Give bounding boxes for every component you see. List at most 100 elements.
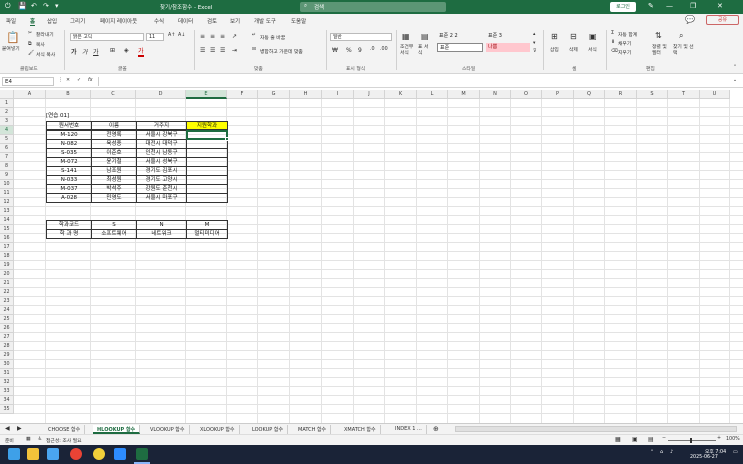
clear-icon[interactable]: ⌫ [611, 49, 618, 54]
paste-button[interactable]: 붙여넣기 [2, 45, 20, 52]
fill-handle[interactable] [225, 137, 229, 141]
find-select-button[interactable]: 찾기 및 선택 [673, 45, 695, 57]
column-header[interactable]: G [258, 90, 290, 99]
row-header[interactable]: 5 [0, 135, 14, 144]
sheet-tab-vlookup[interactable]: VLOOKUP 함수 [146, 425, 190, 434]
zoom-level[interactable]: 100% [726, 437, 740, 442]
taskbar-time[interactable]: 오후 7:04 [705, 448, 726, 455]
kakaotalk-icon[interactable] [93, 448, 105, 460]
table1-header[interactable]: 원서번호 [46, 121, 92, 130]
chrome-icon[interactable] [70, 448, 82, 460]
table2-cell[interactable]: 멀티미디어 [186, 229, 228, 239]
table2-cell[interactable]: 네트워크 [136, 229, 187, 239]
cancel-icon[interactable]: ✕ [66, 78, 70, 83]
file-explorer-icon[interactable] [27, 448, 39, 460]
autosave-toggle[interactable]: ⏻ [5, 2, 11, 11]
column-header[interactable]: B [46, 90, 91, 99]
font-size-select[interactable]: 11 [146, 33, 164, 41]
row-header[interactable]: 31 [0, 369, 14, 378]
minimize-icon[interactable]: — [666, 2, 673, 11]
column-header[interactable]: J [354, 90, 385, 99]
undo-icon[interactable]: ↶ [31, 2, 37, 11]
decrease-decimal-icon[interactable]: .00 [380, 47, 388, 52]
wrap-text-icon[interactable]: ↵ [252, 33, 256, 38]
menu-page-layout[interactable]: 페이지 레이아웃 [100, 17, 137, 25]
menu-file[interactable]: 파일 [6, 17, 16, 25]
shrink-font-icon[interactable]: A↓ [178, 33, 185, 38]
page-layout-view-icon[interactable]: ▣ [632, 436, 638, 443]
column-header[interactable]: K [385, 90, 417, 99]
column-header[interactable]: O [511, 90, 542, 99]
autosum-icon[interactable]: Σ [611, 31, 614, 36]
conditional-format-button[interactable]: 조건부 서식 [400, 45, 416, 57]
column-header[interactable]: F [227, 90, 258, 99]
menu-review[interactable]: 검토 [207, 17, 217, 25]
accessibility-status[interactable]: 접근성: 조사 필요 [46, 437, 82, 444]
styles-more-icon[interactable]: ⊽ [533, 49, 537, 54]
column-header[interactable]: L [417, 90, 448, 99]
clear-button[interactable]: 지우기 [618, 49, 631, 56]
network-icon[interactable]: ⌂ [660, 450, 663, 455]
align-bottom-icon[interactable]: ≡ [220, 33, 225, 40]
row-header[interactable]: 8 [0, 162, 14, 171]
format-painter-icon[interactable]: 🖌 [28, 51, 34, 56]
delete-cells-icon[interactable]: ⊟ [570, 32, 577, 41]
format-cells-icon[interactable]: ▣ [589, 32, 597, 41]
prev-sheet-icon[interactable]: ◀ [5, 425, 10, 432]
search-box[interactable]: ⌕ 검색 [300, 2, 446, 12]
insert-cells-button[interactable]: 삽입 [550, 46, 559, 53]
photos-icon[interactable] [47, 448, 59, 460]
spreadsheet-grid[interactable]: ABCDEFGHIJKLMNOPQRSTU 1 2 3 4 5 6 7 8 9 10 11 12 13 1… [0, 90, 743, 423]
grow-font-icon[interactable]: A↑ [168, 33, 175, 38]
row-header[interactable]: 17 [0, 243, 14, 252]
table1-header[interactable]: 이름 [91, 121, 137, 130]
menu-developer[interactable]: 개발 도구 [254, 17, 276, 25]
sheet-tab-hlookup[interactable]: HLOOKUP 함수 [93, 425, 141, 434]
row-header[interactable]: 30 [0, 360, 14, 369]
normal-view-icon[interactable]: ▦ [615, 436, 621, 443]
menu-data[interactable]: 데이터 [178, 17, 193, 25]
format-painter-button[interactable]: 서식 복사 [36, 51, 55, 58]
row-header[interactable]: 1 [0, 99, 14, 108]
table-format-button[interactable]: 표 서식 [418, 45, 430, 57]
italic-button[interactable]: 가 [82, 47, 88, 56]
font-name-select[interactable]: 맑은 고딕 [70, 33, 144, 41]
redo-icon[interactable]: ↷ [43, 2, 49, 11]
menu-draw[interactable]: 그리기 [70, 17, 85, 25]
fill-icon[interactable]: ⬇ [611, 40, 615, 45]
column-header[interactable]: N [480, 90, 511, 99]
fill-color-icon[interactable]: ◈ [124, 47, 129, 54]
align-middle-icon[interactable]: ≡ [210, 33, 215, 40]
zoom-slider[interactable] [668, 440, 716, 441]
cut-icon[interactable]: ✂ [28, 31, 32, 36]
row-header[interactable]: 29 [0, 351, 14, 360]
row-header[interactable]: 14 [0, 216, 14, 225]
row-header[interactable]: 4 [0, 126, 14, 135]
share-button[interactable]: 공유 [706, 15, 739, 25]
row-header[interactable]: 23 [0, 297, 14, 306]
table1-header[interactable]: 거주지 [136, 121, 187, 130]
increase-decimal-icon[interactable]: .0 [370, 47, 375, 52]
fill-button[interactable]: 채우기 [618, 40, 631, 47]
sheet-tab-lookup[interactable]: LOOKUP 함수 [248, 425, 289, 434]
page-break-view-icon[interactable]: ▤ [648, 436, 654, 443]
merge-center-button[interactable]: 병합하고 가운데 맞춤 [260, 48, 303, 55]
row-header[interactable]: 34 [0, 396, 14, 405]
row-header[interactable]: 6 [0, 144, 14, 153]
selected-cell-indicator[interactable] [186, 130, 228, 140]
format-cells-button[interactable]: 서식 [588, 46, 597, 53]
sheet-tab-match[interactable]: MATCH 함수 [294, 425, 332, 434]
row-header[interactable]: 10 [0, 180, 14, 189]
menu-insert[interactable]: 삽입 [47, 17, 57, 25]
autosum-button[interactable]: 자동 합계 [618, 31, 637, 38]
align-left-icon[interactable]: ☰ [200, 47, 205, 54]
sheet-tab-choose[interactable]: CHOOSE 함수 [44, 425, 86, 434]
notifications-icon[interactable]: ▭ [733, 450, 738, 455]
row-header[interactable]: 25 [0, 315, 14, 324]
delete-cells-button[interactable]: 삭제 [569, 46, 578, 53]
table1-header-highlight[interactable]: 지원학과 [186, 121, 228, 130]
align-right-icon[interactable]: ☰ [220, 47, 225, 54]
sheet-tab-xmatch[interactable]: XMATCH 함수 [340, 425, 381, 434]
row-header[interactable]: 2 [0, 108, 14, 117]
row-header[interactable]: 11 [0, 189, 14, 198]
